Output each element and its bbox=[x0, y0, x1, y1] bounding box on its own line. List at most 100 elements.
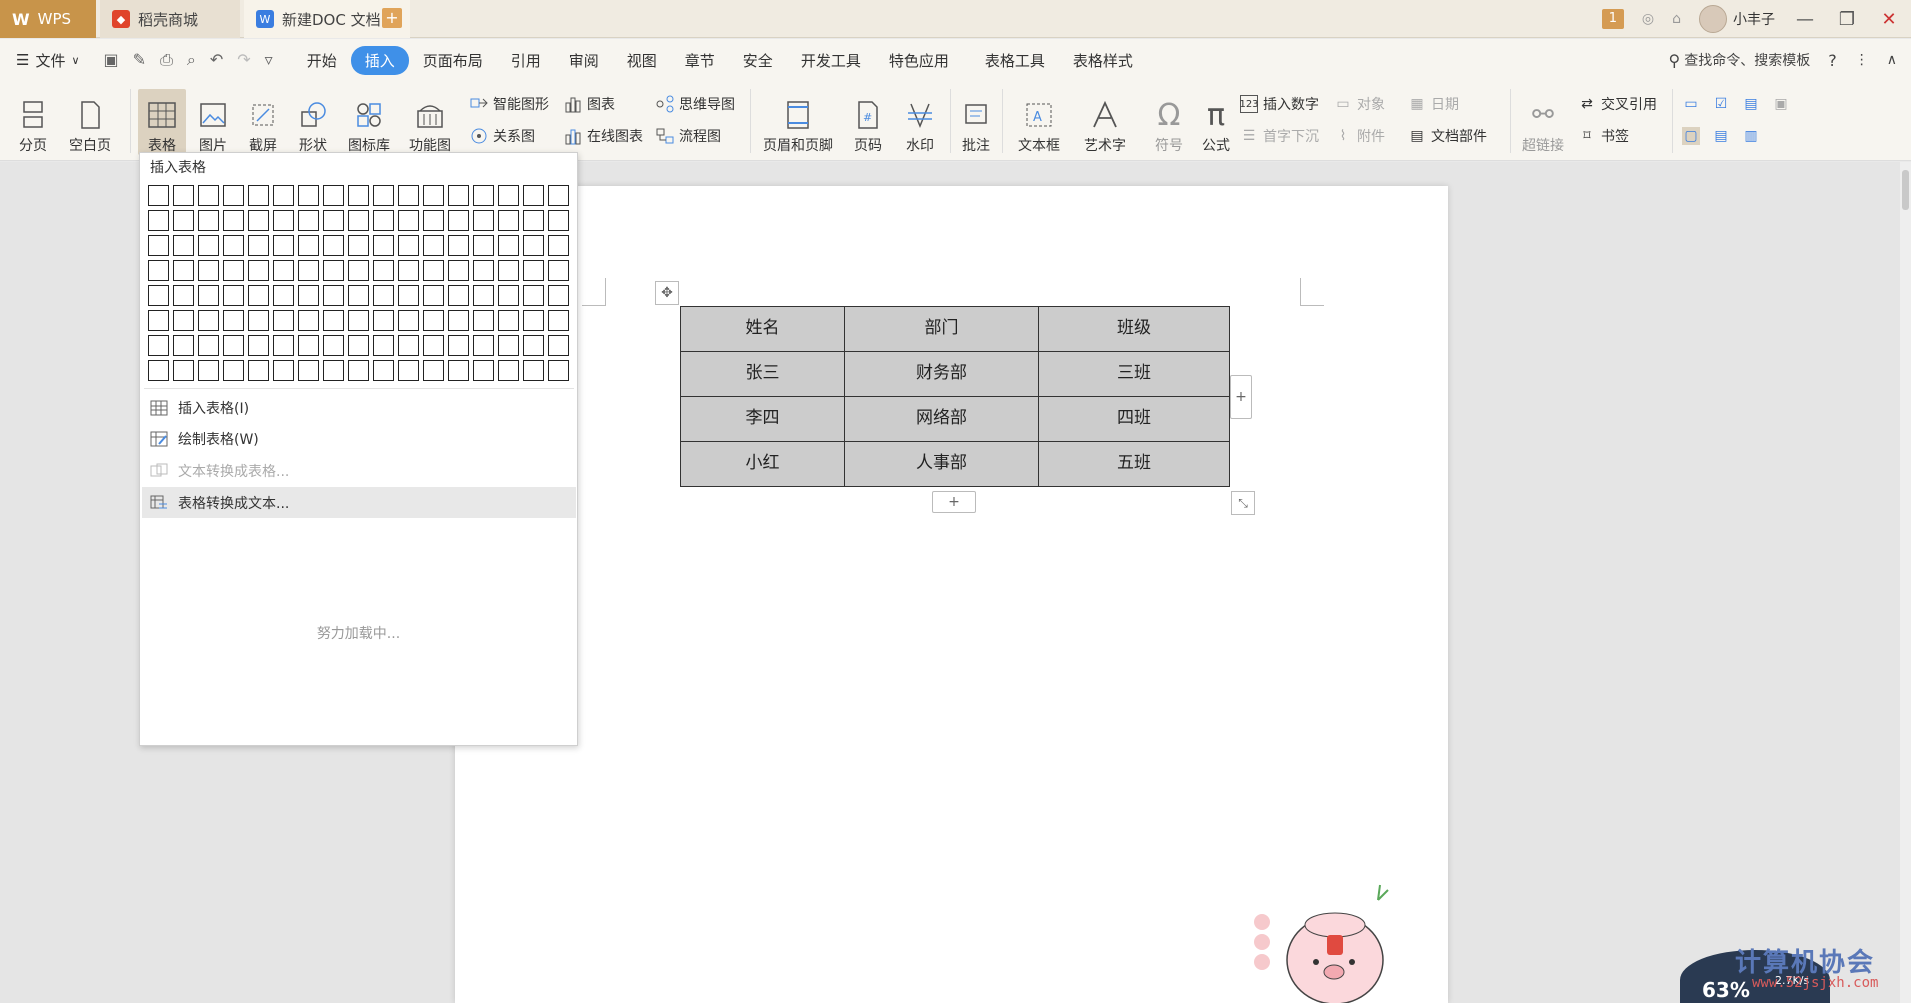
table-grid-cell[interactable] bbox=[223, 335, 244, 356]
menu-table-style[interactable]: 表格样式 bbox=[1059, 46, 1147, 75]
table-grid-cell[interactable] bbox=[348, 185, 369, 206]
table-grid-cell[interactable] bbox=[548, 260, 569, 281]
table-grid-cell[interactable] bbox=[473, 185, 494, 206]
blank-page-button[interactable]: 空白页 bbox=[62, 89, 118, 155]
menu-review[interactable]: 审阅 bbox=[555, 46, 613, 75]
table-grid-cell[interactable] bbox=[523, 285, 544, 306]
table-grid-cell[interactable] bbox=[198, 210, 219, 231]
table-grid-cell[interactable] bbox=[198, 185, 219, 206]
format-painter-icon[interactable]: ✎ bbox=[133, 50, 146, 70]
table-grid-cell[interactable] bbox=[348, 260, 369, 281]
document-table[interactable]: 姓名 部门 班级 张三 财务部 三班 李四 网络部 四班 小红 人事部 五班 bbox=[680, 306, 1230, 487]
table-grid-cell[interactable] bbox=[173, 235, 194, 256]
table-grid-cell[interactable] bbox=[223, 260, 244, 281]
table-grid-cell[interactable] bbox=[173, 260, 194, 281]
command-search[interactable]: ⚲ 查找命令、搜索模板 bbox=[1669, 50, 1811, 70]
table-grid-cell[interactable] bbox=[373, 335, 394, 356]
textbox-button[interactable]: A 文本框 bbox=[1010, 89, 1068, 155]
add-column-button[interactable]: + bbox=[1230, 375, 1252, 419]
table-grid-cell[interactable] bbox=[498, 185, 519, 206]
table-grid-cell[interactable] bbox=[448, 335, 469, 356]
table-grid-cell[interactable] bbox=[473, 285, 494, 306]
table-grid-cell[interactable] bbox=[273, 235, 294, 256]
table-grid-cell[interactable] bbox=[548, 185, 569, 206]
table-cell[interactable]: 四班 bbox=[1038, 396, 1230, 442]
menu-insert[interactable]: 插入 bbox=[350, 45, 409, 75]
table-grid-cell[interactable] bbox=[373, 210, 394, 231]
menu-table-tools[interactable]: 表格工具 bbox=[971, 46, 1059, 75]
bookmark-button[interactable]: ⌑ 书签 bbox=[1578, 125, 1629, 147]
draw-table-item[interactable]: 绘制表格(W) bbox=[142, 423, 576, 454]
table-grid-cell[interactable] bbox=[398, 360, 419, 381]
date-button[interactable]: ▦ 日期 bbox=[1408, 93, 1459, 115]
table-grid-cell[interactable] bbox=[173, 210, 194, 231]
text-control-icon[interactable]: ▭ bbox=[1682, 95, 1700, 113]
attachment-button[interactable]: ⌇ 附件 bbox=[1334, 125, 1385, 147]
table-grid-cell[interactable] bbox=[398, 285, 419, 306]
table-grid-cell[interactable] bbox=[448, 210, 469, 231]
table-grid-cell[interactable] bbox=[548, 360, 569, 381]
table-grid-cell[interactable] bbox=[348, 210, 369, 231]
table-resize-handle-icon[interactable]: ⤡ bbox=[1231, 491, 1255, 515]
table-grid-cell[interactable] bbox=[198, 360, 219, 381]
tab-wps[interactable]: W WPS bbox=[0, 0, 96, 38]
print-icon[interactable]: ⎙ bbox=[160, 50, 173, 70]
table-grid-cell[interactable] bbox=[223, 360, 244, 381]
table-grid-cell[interactable] bbox=[223, 235, 244, 256]
doc-parts-button[interactable]: ▤ 文档部件 bbox=[1408, 125, 1487, 147]
scrollbar-thumb[interactable] bbox=[1902, 170, 1909, 210]
table-grid-cell[interactable] bbox=[473, 360, 494, 381]
table-grid-cell[interactable] bbox=[498, 310, 519, 331]
table-grid-cell[interactable] bbox=[423, 310, 444, 331]
properties-control-icon[interactable]: ▤ bbox=[1712, 127, 1730, 145]
table-grid-cell[interactable] bbox=[223, 285, 244, 306]
save-icon[interactable]: ▣ bbox=[104, 50, 119, 70]
icon-library-button[interactable]: 图标库 bbox=[342, 89, 396, 155]
table-cell[interactable]: 财务部 bbox=[844, 351, 1039, 397]
table-grid-cell[interactable] bbox=[348, 235, 369, 256]
table-grid-cell[interactable] bbox=[248, 310, 269, 331]
table-cell[interactable]: 李四 bbox=[680, 396, 845, 442]
table-cell[interactable]: 人事部 bbox=[844, 441, 1039, 487]
table-grid-cell[interactable] bbox=[323, 360, 344, 381]
skin-icon[interactable]: ◎ bbox=[1642, 11, 1654, 27]
table-grid-cell[interactable] bbox=[323, 260, 344, 281]
table-cell[interactable]: 三班 bbox=[1038, 351, 1230, 397]
restore-icon[interactable]: ❐ bbox=[1835, 9, 1859, 30]
table-grid-cell[interactable] bbox=[148, 210, 169, 231]
table-grid-cell[interactable] bbox=[298, 210, 319, 231]
menu-view[interactable]: 视图 bbox=[613, 46, 671, 75]
table-grid-cell[interactable] bbox=[248, 185, 269, 206]
table-grid-cell[interactable] bbox=[523, 210, 544, 231]
table-grid-cell[interactable] bbox=[198, 285, 219, 306]
table-grid-cell[interactable] bbox=[448, 235, 469, 256]
table-cell[interactable]: 小红 bbox=[680, 441, 845, 487]
checkbox-control-icon[interactable]: ☑ bbox=[1712, 95, 1730, 113]
picture-button[interactable]: 图片 bbox=[190, 89, 236, 155]
table-grid-cell[interactable] bbox=[523, 235, 544, 256]
shirt-icon[interactable]: ⌂ bbox=[1672, 11, 1681, 27]
mind-map-button[interactable]: 思维导图 bbox=[656, 93, 735, 115]
table-grid-cell[interactable] bbox=[298, 285, 319, 306]
table-grid-cell[interactable] bbox=[498, 210, 519, 231]
table-grid-cell[interactable] bbox=[448, 360, 469, 381]
table-grid-cell[interactable] bbox=[548, 310, 569, 331]
insert-number-button[interactable]: 123 插入数字 bbox=[1239, 93, 1319, 115]
cross-reference-button[interactable]: ⇄ 交叉引用 bbox=[1578, 93, 1657, 115]
table-grid-cell[interactable] bbox=[148, 310, 169, 331]
table-grid-cell[interactable] bbox=[223, 185, 244, 206]
symbol-button[interactable]: Ω 符号 bbox=[1146, 89, 1192, 155]
menu-start[interactable]: 开始 bbox=[293, 46, 351, 75]
design-mode-icon[interactable]: ▢ bbox=[1682, 127, 1700, 145]
table-button[interactable]: 表格 bbox=[138, 89, 186, 155]
file-menu-button[interactable]: ☰ 文件 ∨ bbox=[0, 50, 92, 71]
table-grid-cell[interactable] bbox=[298, 185, 319, 206]
table-grid-cell[interactable] bbox=[348, 285, 369, 306]
formula-button[interactable]: π 公式 bbox=[1196, 89, 1236, 155]
table-grid-cell[interactable] bbox=[523, 360, 544, 381]
table-to-text-item[interactable]: 表格转换成文本... bbox=[142, 487, 576, 518]
table-grid-cell[interactable] bbox=[273, 285, 294, 306]
table-grid-cell[interactable] bbox=[423, 210, 444, 231]
new-tab-button[interactable]: + bbox=[382, 8, 402, 28]
table-grid-cell[interactable] bbox=[173, 285, 194, 306]
